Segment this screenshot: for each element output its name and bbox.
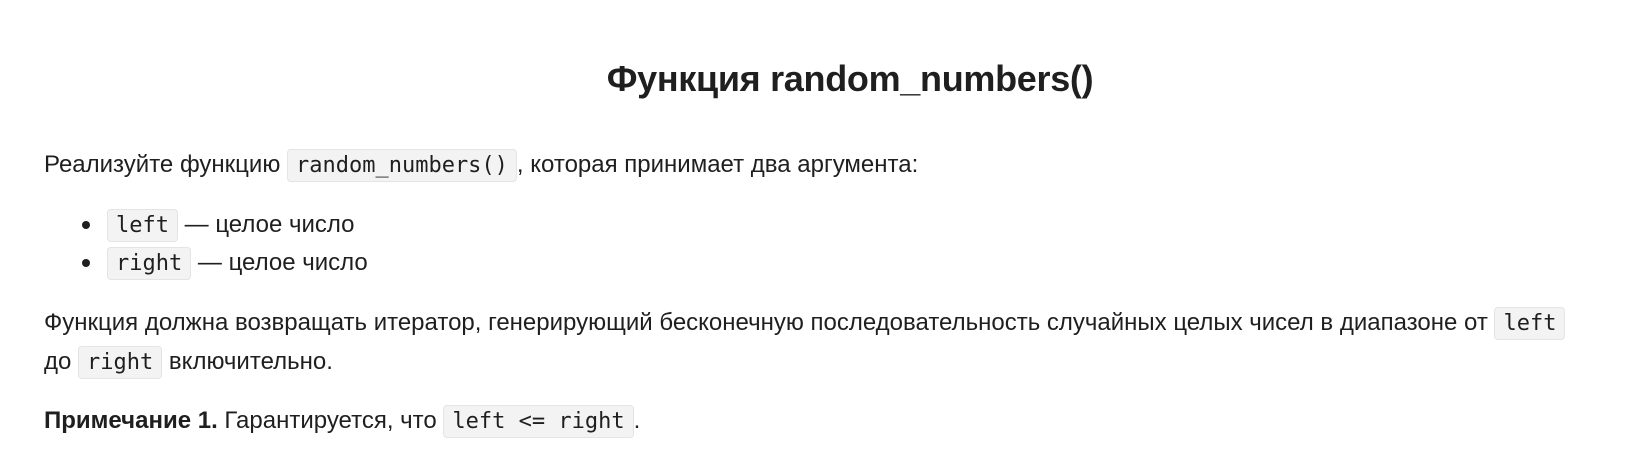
right-code: right (78, 346, 163, 379)
list-item: left — целое число (44, 206, 368, 244)
description-paragraph: Функция должна возвращать итератор, гене… (44, 304, 1594, 382)
argument-description: — целое число (191, 249, 368, 276)
description-text: до (44, 348, 79, 375)
argument-code-right: right (107, 247, 192, 280)
function-name-code: random_numbers() (287, 149, 517, 182)
note-end: . (633, 407, 641, 434)
condition-code: left <= right (443, 405, 634, 438)
document-page: Функция random_numbers() Реализуйте функ… (0, 0, 1640, 475)
note-paragraph: Примечание 1. Гарантируется, что left <=… (44, 402, 640, 441)
left-code: left (1494, 307, 1566, 340)
bullet-icon (82, 221, 90, 229)
argument-list: left — целое число right — целое число (44, 206, 368, 282)
list-item: right — целое число (44, 244, 368, 282)
note-text: Гарантируется, что (217, 407, 444, 434)
intro-text-before: Реализуйте функцию (44, 151, 287, 178)
intro-paragraph: Реализуйте функцию random_numbers(), кот… (44, 146, 918, 185)
description-text: включительно. (162, 348, 333, 375)
description-text: Функция должна возвращать итератор, гене… (44, 309, 1495, 336)
intro-text-after: , которая принимает два аргумента: (516, 151, 919, 178)
argument-description: — целое число (177, 211, 355, 238)
bullet-icon (82, 259, 90, 267)
page-title: Функция random_numbers() (606, 58, 1094, 99)
argument-code-left: left (107, 209, 178, 242)
note-label: Примечание 1. (44, 407, 218, 434)
